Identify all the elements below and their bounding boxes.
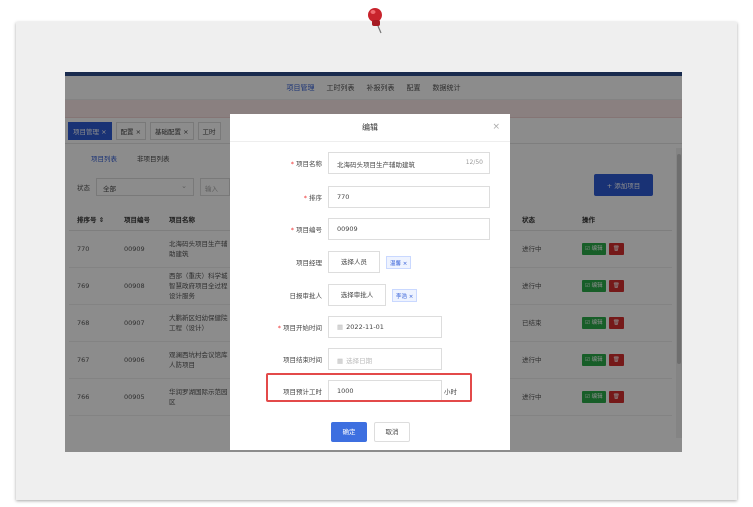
cancel-button[interactable]: 取消 [374, 422, 410, 442]
approver-label: 日报审批人 [289, 292, 323, 300]
project-code-input[interactable]: 00909 [328, 218, 490, 240]
form-row-manager: 项目经理 选择人员 温馨 × [230, 251, 510, 273]
manager-label: 项目经理 [296, 259, 322, 267]
manager-tag[interactable]: 温馨 × [386, 256, 412, 269]
name-label: * 项目名称 [290, 160, 322, 168]
end-date-picker[interactable]: ▦ 选择日期 [328, 348, 442, 370]
start-date-picker[interactable]: ▦ 2022-11-01 [328, 316, 442, 338]
form-row-sort: * 排序 770 [230, 186, 510, 208]
char-counter: 12/50 [465, 159, 483, 166]
sort-label: * 排序 [303, 194, 322, 202]
confirm-button[interactable]: 确定 [331, 422, 367, 442]
pushpin-icon [368, 8, 382, 34]
highlight-box [266, 373, 472, 402]
project-name-input[interactable]: 北海码头项目生产辅助建筑 12/50 [328, 152, 490, 174]
close-icon[interactable]: × [492, 122, 500, 132]
calendar-icon: ▦ [337, 323, 344, 331]
approver-tag[interactable]: 李浩 × [392, 289, 418, 302]
select-approver-button[interactable]: 选择审批人 [328, 284, 386, 306]
start-label: * 项目开始时间 [277, 324, 322, 332]
calendar-icon: ▦ [337, 357, 344, 365]
code-label: * 项目编号 [290, 226, 322, 234]
dialog-title: 编辑 [230, 114, 510, 142]
form-row-approver: 日报审批人 选择审批人 李浩 × [230, 284, 510, 306]
select-manager-button[interactable]: 选择人员 [328, 251, 380, 273]
form-row-code: * 项目编号 00909 [230, 218, 510, 240]
form-row-start: * 项目开始时间 ▦ 2022-11-01 [230, 316, 510, 338]
edit-dialog: 编辑 × * 项目名称 北海码头项目生产辅助建筑 12/50 * 排序 770 * 项… [230, 114, 510, 450]
form-row-name: * 项目名称 北海码头项目生产辅助建筑 12/50 [230, 152, 510, 174]
form-row-end: 项目结束时间 ▦ 选择日期 [230, 348, 510, 370]
sort-input[interactable]: 770 [328, 186, 490, 208]
end-label: 项目结束时间 [283, 356, 322, 364]
